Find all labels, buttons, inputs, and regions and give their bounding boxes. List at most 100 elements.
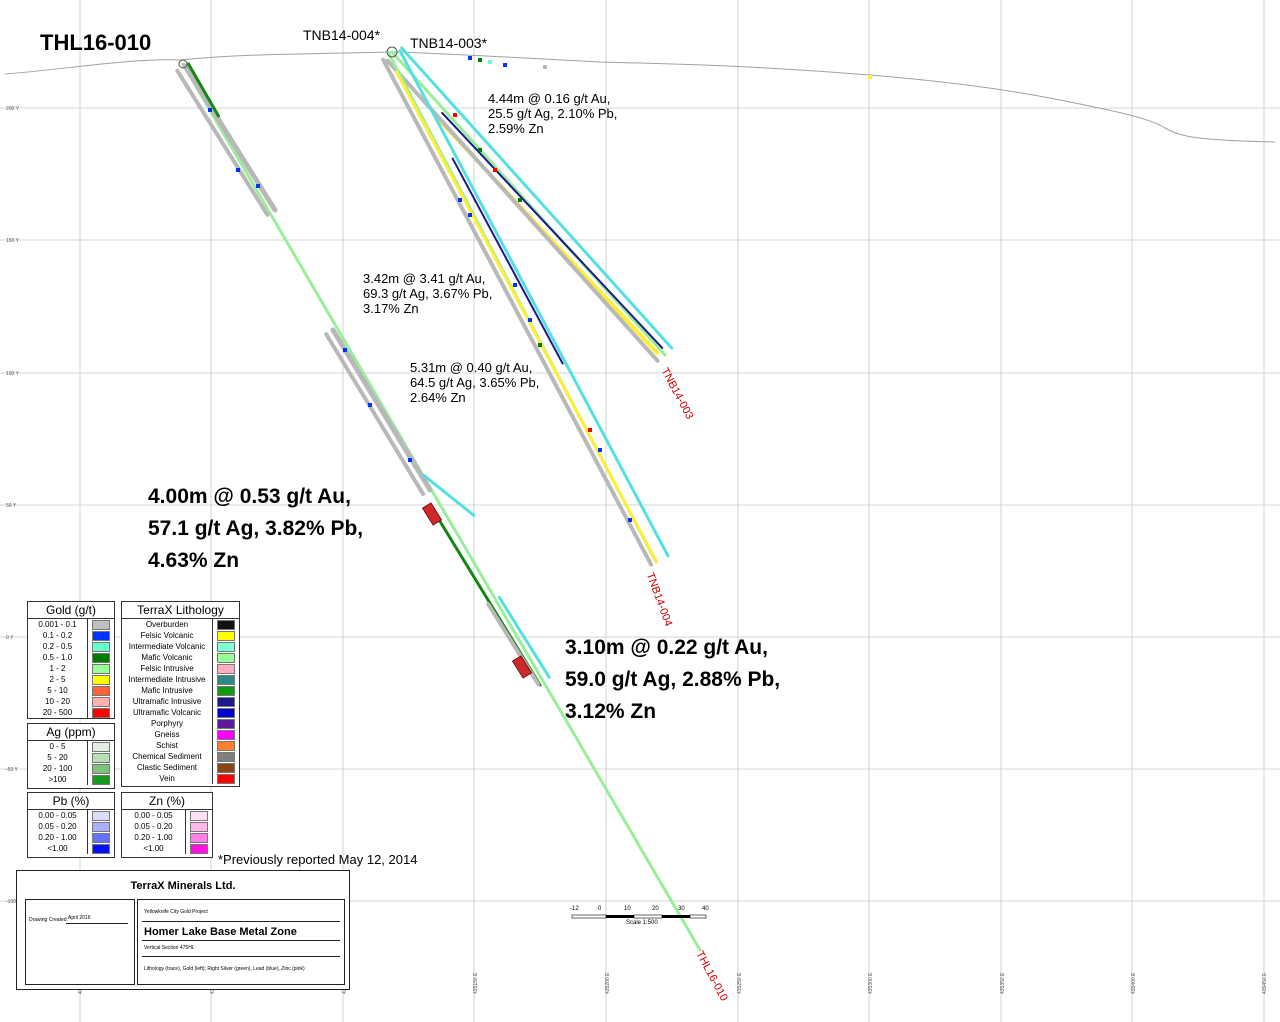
legend-zn-swatch	[190, 821, 208, 832]
legend-lithology-swatch	[217, 674, 235, 685]
legend-lithology-swatch	[217, 685, 235, 696]
easting-label: 435450 E	[1262, 972, 1268, 994]
legend-gold-label: 20 - 500	[28, 707, 88, 718]
elevation-label: 0 Y	[6, 635, 14, 641]
assay-dot	[468, 56, 472, 60]
project-name: Yellowknife City Gold Project	[144, 909, 208, 915]
legend-gold-swatch	[92, 685, 110, 696]
legend-lithology-label: Mafic Volcanic	[122, 652, 213, 663]
legend-pb-row: 0.20 - 1.00	[28, 832, 114, 843]
legend-pb-title: Pb (%)	[28, 793, 114, 810]
legend-gold-row: 1 - 2	[28, 663, 114, 674]
assay-ribbon	[182, 63, 278, 213]
assay-dot	[868, 75, 872, 79]
assay-dot	[236, 168, 240, 172]
collar-label-tnb14-003: TNB14-003*	[410, 35, 488, 51]
legend-lithology-rows: Overburden Felsic Volcanic Intermediate Vo…	[122, 619, 239, 784]
legend-pb-swatch	[92, 810, 110, 821]
legend-ag-row: 20 - 100	[28, 763, 114, 774]
title-block-left-panel: Drawing Created: April 2016	[25, 899, 135, 985]
legend-ag-label: >100	[28, 774, 88, 785]
footnote: *Previously reported May 12, 2014	[218, 852, 418, 867]
legend-gold-row: 20 - 500	[28, 707, 114, 718]
legend-lithology-row: Intermediate Intrusive	[122, 674, 239, 685]
assay-dot	[458, 198, 462, 202]
legend-zn-title: Zn (%)	[122, 793, 212, 810]
legend-gold-row: 0.5 - 1.0	[28, 652, 114, 663]
legend-lithology-label: Mafic Intrusive	[122, 685, 213, 696]
legend-ag-label: 5 - 20	[28, 752, 88, 763]
legend-pb-label: 0.20 - 1.00	[28, 832, 88, 843]
legend-lithology-swatch	[217, 751, 235, 762]
legend-zn: Zn (%) 0.00 - 0.05 0.05 - 0.20 0.20 - 1.00…	[121, 792, 213, 858]
legend-ag-swatch	[92, 774, 110, 785]
legend-zn-row: <1.00	[122, 843, 212, 854]
legend-pb-label: <1.00	[28, 843, 88, 854]
lithology-ribbon	[451, 157, 564, 365]
legend-ag-row: >100	[28, 774, 114, 785]
hole-title: THL16-010	[40, 30, 152, 55]
legend-lithology-row: Schist	[122, 740, 239, 751]
collar-label-tnb14-004: TNB14-004*	[303, 27, 381, 43]
legend-gold-swatch	[92, 619, 110, 630]
legend-lithology-swatch	[217, 641, 235, 652]
legend-gold-rows: 0.001 - 0.1 0.1 - 0.2 0.2 - 0.5 0.5 - 1.0 1 …	[28, 619, 114, 718]
legend-zn-label: 0.20 - 1.00	[122, 832, 186, 843]
scale-caption: Scale 1:500	[626, 920, 658, 926]
legend-gold-swatch	[92, 674, 110, 685]
elevation-label: 150 Y	[6, 238, 19, 244]
assay-dot	[513, 283, 517, 287]
legend-lithology-label: Gneiss	[122, 729, 213, 740]
scale-segment	[633, 914, 663, 919]
company-name: TerraX Minerals Ltd.	[130, 880, 236, 892]
legend-gold-swatch	[92, 641, 110, 652]
drawing-created-underline	[66, 923, 128, 924]
legend-pb-row: 0.05 - 0.20	[28, 821, 114, 832]
assay-dot	[598, 448, 602, 452]
legend-zn-label: <1.00	[122, 843, 186, 854]
legend-ag-swatch	[92, 752, 110, 763]
drawing-created-value: April 2016	[68, 915, 91, 921]
intercept-label-tnb14-004-upper: 3.42m @ 3.41 g/t Au, 69.3 g/t Ag, 3.67% …	[363, 271, 493, 316]
legend-lithology-label: Ultramafic Intrusive	[122, 696, 213, 707]
legend-gold-swatch	[92, 652, 110, 663]
legend-gold-swatch	[92, 630, 110, 641]
legend-zn-swatch	[190, 810, 208, 821]
legend-lithology-label: Schist	[122, 740, 213, 751]
title-divider	[142, 921, 340, 922]
legend-gold-row: 0.1 - 0.2	[28, 630, 114, 641]
easting-label: 435400 E	[1131, 972, 1137, 994]
legend-zn-row: 0.05 - 0.20	[122, 821, 212, 832]
legend-ag: Ag (ppm) 0 - 55 - 20 20 - 100 >100	[27, 723, 115, 789]
legend-gold-label: 0.2 - 0.5	[28, 641, 88, 652]
easting-label: 435200 E	[605, 972, 611, 994]
assay-dot	[408, 458, 412, 462]
intercept-label-tnb14-003: 4.44m @ 0.16 g/t Au, 25.5 g/t Ag, 2.10% …	[488, 91, 618, 136]
elevation-label: 100 Y	[6, 371, 19, 377]
legend-pb: Pb (%) 0.00 - 0.05 0.05 - 0.20 0.20 - 1.00…	[27, 792, 115, 858]
legend-lithology: TerraX Lithology Overburden Felsic Volcan…	[121, 601, 240, 787]
legend-gold-label: 0.1 - 0.2	[28, 630, 88, 641]
intercept-block	[421, 502, 443, 526]
elevation-label: 50 Y	[6, 503, 17, 509]
easting-label: 435250 E	[737, 972, 743, 994]
legend-lithology-label: Clastic Sediment	[122, 762, 213, 773]
scale-tick-label: 0	[598, 906, 602, 912]
legend-lithology-label: Ultramafic Volcanic	[122, 707, 213, 718]
easting-label: 435300 E	[868, 972, 874, 994]
easting-label: 435150 E	[473, 972, 479, 994]
legend-gold-label: 0.001 - 0.1	[28, 619, 88, 630]
assay-dot	[488, 60, 492, 64]
legend-ag-row: 0 - 5	[28, 741, 114, 752]
scale-tick-label: 30	[678, 906, 685, 912]
scale-segment	[689, 914, 707, 919]
assay-dot	[256, 184, 260, 188]
legend-pb-label: 0.05 - 0.20	[28, 821, 88, 832]
legend-lithology-row: Felsic Volcanic	[122, 630, 239, 641]
legend-lithology-swatch	[217, 696, 235, 707]
assay-dot	[528, 318, 532, 322]
assay-dot	[208, 108, 212, 112]
legend-lithology-swatch	[217, 652, 235, 663]
legend-pb-swatch	[92, 832, 110, 843]
scale-segment	[571, 914, 607, 919]
